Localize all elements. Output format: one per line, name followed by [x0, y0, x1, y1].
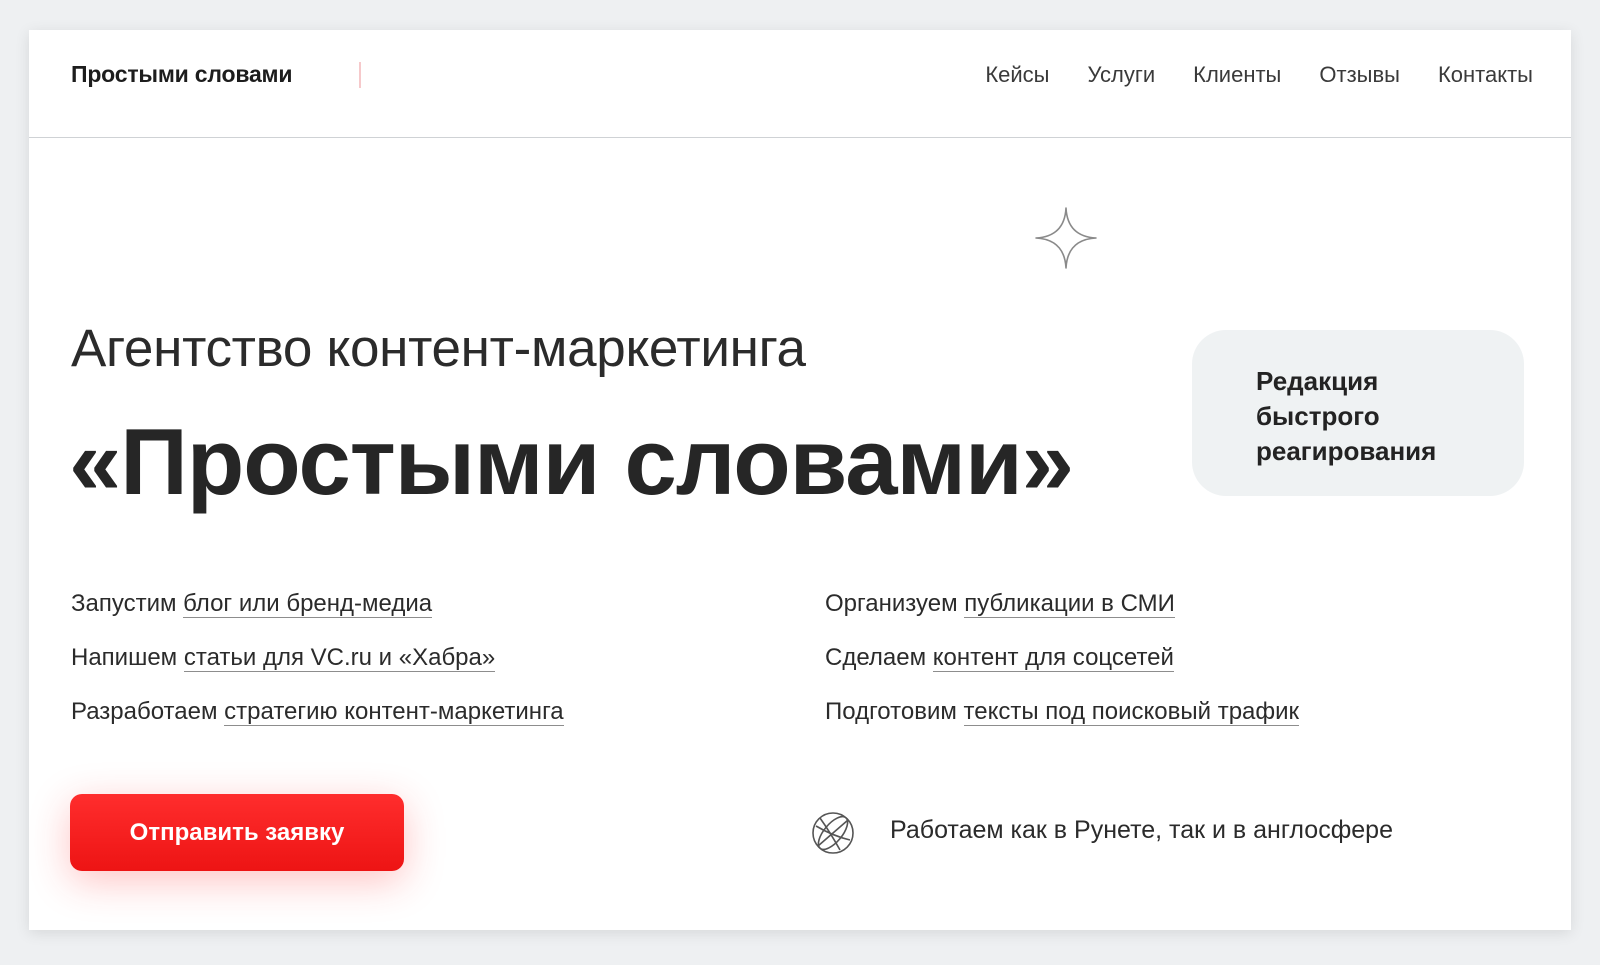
- nav-services-link[interactable]: Услуги: [1088, 62, 1156, 88]
- submit-request-button[interactable]: Отправить заявку: [70, 794, 404, 871]
- rapid-response-badge: Редакция быстрого реагирования: [1192, 330, 1524, 496]
- service-link-articles[interactable]: статьи для VC.ru и «Хабра»: [183, 644, 496, 672]
- service-link-strategy[interactable]: стратегию контент-маркетинга: [224, 698, 564, 726]
- service-verb: Разработаем: [71, 698, 218, 725]
- globe-icon: [812, 812, 854, 854]
- service-link-seo[interactable]: тексты под поисковый трафик: [963, 698, 1300, 726]
- service-item: Подготовим тексты под поисковый трафик: [825, 696, 1300, 750]
- geography-text: Работаем как в Рунете, так и в англосфер…: [890, 816, 1393, 844]
- logo-cursor-mark: [359, 62, 361, 88]
- service-verb: Организуем: [825, 590, 958, 617]
- service-item: Организуем публикации в СМИ: [825, 588, 1299, 642]
- nav-cases-link[interactable]: Кейсы: [985, 62, 1049, 88]
- services-list-right: Организуем публикации в СМИ Сделаем конт…: [825, 588, 1300, 750]
- service-verb: Сделаем: [825, 644, 927, 671]
- sparkle-icon: [1035, 207, 1097, 269]
- service-link-media[interactable]: публикации в СМИ: [964, 590, 1175, 618]
- service-link-blog[interactable]: блог или бренд-медиа: [183, 590, 433, 618]
- service-verb: Напишем: [71, 644, 178, 671]
- site-header: Простыми словами Кейсы Услуги Клиенты От…: [29, 30, 1571, 138]
- service-item: Запустим блог или бренд-медиа: [71, 588, 564, 642]
- service-link-social[interactable]: контент для соцсетей: [932, 644, 1174, 672]
- services-list-left: Запустим блог или бренд-медиа Напишем ст…: [71, 588, 564, 750]
- hero-title: «Простыми словами»: [69, 409, 1074, 514]
- logo[interactable]: Простыми словами: [71, 61, 293, 88]
- service-item: Сделаем контент для соцсетей: [825, 642, 1299, 696]
- service-item: Разработаем стратегию контент-маркетинга: [71, 696, 564, 750]
- badge-text: Редакция быстрого реагирования: [1256, 366, 1437, 466]
- nav-contacts-link[interactable]: Контакты: [1438, 62, 1533, 88]
- service-verb: Запустим: [71, 590, 177, 617]
- service-verb: Подготовим: [825, 698, 957, 725]
- nav-clients-link[interactable]: Клиенты: [1193, 62, 1281, 88]
- service-item: Напишем статьи для VC.ru и «Хабра»: [71, 642, 564, 696]
- main-nav: Кейсы Услуги Клиенты Отзывы Контакты: [947, 62, 1533, 88]
- hero-kicker: Агентство контент-маркетинга: [71, 319, 806, 378]
- nav-reviews-link[interactable]: Отзывы: [1319, 62, 1400, 88]
- page-frame: Простыми словами Кейсы Услуги Клиенты От…: [29, 30, 1571, 930]
